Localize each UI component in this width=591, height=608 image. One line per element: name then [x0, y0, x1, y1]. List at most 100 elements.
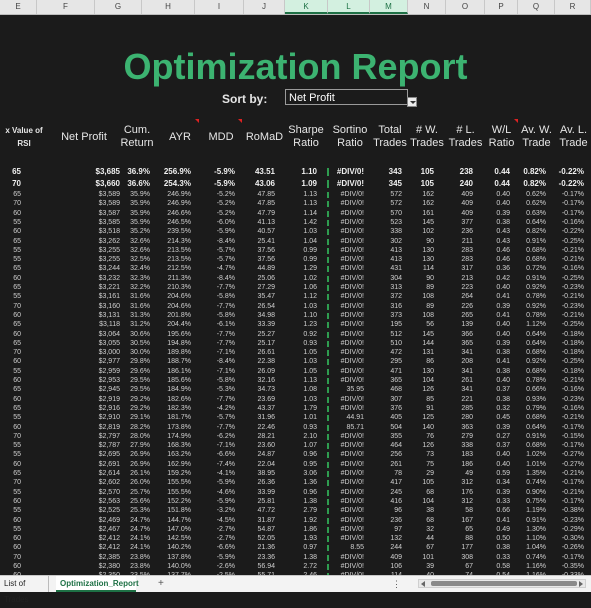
- cell-sharpe[interactable]: 1.04: [303, 238, 317, 246]
- cell-sharpe[interactable]: 0.99: [303, 256, 317, 264]
- cell-ayr[interactable]: 246.6%: [167, 210, 191, 218]
- cell-net-profit[interactable]: $2,959: [99, 368, 120, 376]
- column-k-header[interactable]: K: [285, 0, 328, 14]
- cell-net-profit[interactable]: $3,118: [99, 321, 120, 329]
- cell-sharpe[interactable]: 1.29: [303, 265, 317, 273]
- cell-wl-ratio[interactable]: 0.42: [496, 275, 510, 283]
- cell-sortino[interactable]: #DIV/0!: [341, 526, 364, 534]
- cell-losses[interactable]: 365: [461, 340, 473, 348]
- cell-wins[interactable]: 144: [422, 340, 434, 348]
- cell-losses[interactable]: 139: [461, 321, 473, 329]
- more-options-icon[interactable]: ⋮: [392, 576, 401, 592]
- cell-avg-loss[interactable]: -0.27%: [562, 461, 584, 469]
- cell-losses[interactable]: 67: [465, 563, 473, 571]
- cell-avg-win[interactable]: 0.93%: [526, 396, 546, 404]
- cell-mdd[interactable]: -4.2%: [217, 405, 235, 413]
- cell-wins[interactable]: 56: [426, 321, 434, 329]
- cell-net-profit[interactable]: $2,787: [99, 442, 120, 450]
- cell-romad[interactable]: 43.37: [257, 405, 275, 413]
- cell-wins[interactable]: 140: [422, 424, 434, 432]
- cell-sortino[interactable]: #DIV/0!: [341, 377, 364, 385]
- cell-losses[interactable]: 317: [461, 265, 473, 273]
- cell-romad[interactable]: 47.79: [257, 210, 275, 218]
- cell-mdd[interactable]: -5.9%: [214, 179, 235, 189]
- cell-mdd[interactable]: -6.0%: [217, 219, 235, 227]
- column-r-header[interactable]: R: [555, 0, 591, 14]
- cell-rsi[interactable]: 65: [13, 284, 21, 292]
- cell-losses[interactable]: 341: [461, 349, 473, 357]
- cell-net-profit[interactable]: $3,685: [96, 167, 120, 177]
- cell-romad[interactable]: 26.61: [257, 349, 275, 357]
- cell-wl-ratio[interactable]: 0.40: [496, 200, 510, 208]
- cell-wins[interactable]: 114: [423, 265, 434, 273]
- cell-romad[interactable]: 26.36: [257, 479, 275, 487]
- cell-avg-loss[interactable]: -0.17%: [562, 479, 584, 487]
- cell-avg-loss[interactable]: -0.21%: [562, 312, 584, 320]
- cell-cum-return[interactable]: 29.2%: [130, 405, 150, 413]
- cell-wins[interactable]: 125: [422, 414, 434, 422]
- cell-avg-win[interactable]: 0.68%: [526, 256, 546, 264]
- cell-rsi[interactable]: 65: [13, 191, 21, 199]
- tab-list-of-trades[interactable]: List of Trades: [0, 576, 49, 604]
- cell-sharpe[interactable]: 1.92: [303, 517, 317, 525]
- cell-losses[interactable]: 409: [461, 200, 473, 208]
- cell-mdd[interactable]: -7.7%: [217, 340, 235, 348]
- cell-ayr[interactable]: 239.5%: [167, 228, 191, 236]
- cell-ayr[interactable]: 212.5%: [167, 265, 191, 273]
- cell-avg-loss[interactable]: -0.25%: [562, 238, 584, 246]
- cell-avg-win[interactable]: 0.68%: [526, 414, 546, 422]
- cell-wins[interactable]: 89: [426, 284, 434, 292]
- cell-mdd[interactable]: -7.7%: [217, 284, 235, 292]
- cell-total-trades[interactable]: 405: [390, 414, 402, 422]
- cell-sortino[interactable]: #DIV/0!: [341, 554, 364, 562]
- cell-rsi[interactable]: 55: [13, 293, 21, 301]
- cell-losses[interactable]: 279: [461, 433, 473, 441]
- cell-mdd[interactable]: -2.7%: [217, 526, 235, 534]
- cell-total-trades[interactable]: 302: [390, 238, 402, 246]
- column-f-header[interactable]: F: [37, 0, 95, 14]
- cell-losses[interactable]: 283: [461, 247, 473, 255]
- cell-romad[interactable]: 22.04: [257, 461, 275, 469]
- cell-sortino[interactable]: #DIV/0!: [341, 489, 364, 497]
- cell-rsi[interactable]: 55: [13, 507, 21, 515]
- cell-wl-ratio[interactable]: 0.40: [496, 321, 510, 329]
- cell-sharpe[interactable]: 1.36: [303, 479, 317, 487]
- cell-total-trades[interactable]: 504: [390, 424, 402, 432]
- cell-avg-loss[interactable]: -0.17%: [562, 424, 584, 432]
- cell-sharpe[interactable]: 1.03: [303, 358, 317, 366]
- cell-romad[interactable]: 35.47: [257, 293, 275, 301]
- cell-romad[interactable]: 23.69: [257, 396, 275, 404]
- cell-romad[interactable]: 44.89: [257, 265, 275, 273]
- cell-net-profit[interactable]: $2,691: [99, 461, 120, 469]
- cell-cum-return[interactable]: 26.1%: [130, 470, 150, 478]
- cell-losses[interactable]: 236: [461, 228, 473, 236]
- cell-wl-ratio[interactable]: 0.40: [496, 377, 510, 385]
- cell-net-profit[interactable]: $2,919: [99, 396, 120, 404]
- cell-rsi[interactable]: 65: [12, 167, 21, 177]
- cell-sharpe[interactable]: 2.79: [303, 507, 317, 515]
- cell-romad[interactable]: 34.73: [257, 386, 275, 394]
- cell-sharpe[interactable]: 1.86: [303, 526, 317, 534]
- cell-avg-win[interactable]: 0.82%: [523, 167, 546, 177]
- cell-net-profit[interactable]: $2,570: [99, 489, 120, 497]
- column-i-header[interactable]: I: [195, 0, 244, 14]
- cell-mdd[interactable]: -4.5%: [217, 517, 235, 525]
- cell-ayr[interactable]: 254.3%: [164, 179, 191, 189]
- cell-rsi[interactable]: 70: [13, 200, 21, 208]
- cell-losses[interactable]: 312: [461, 498, 473, 506]
- cell-losses[interactable]: 223: [461, 284, 473, 292]
- cell-total-trades[interactable]: 468: [390, 386, 402, 394]
- cell-avg-loss[interactable]: -0.23%: [562, 396, 584, 404]
- cell-romad[interactable]: 25.17: [257, 340, 275, 348]
- cell-sortino[interactable]: #DIV/0!: [341, 535, 364, 543]
- cell-wins[interactable]: 102: [422, 228, 434, 236]
- cell-wl-ratio[interactable]: 0.58: [496, 563, 510, 571]
- cell-sortino[interactable]: #DIV/0!: [337, 167, 364, 177]
- cell-total-trades[interactable]: 373: [390, 312, 402, 320]
- cell-total-trades[interactable]: 409: [390, 554, 402, 562]
- cell-romad[interactable]: 47.85: [257, 200, 275, 208]
- cell-avg-loss[interactable]: -0.17%: [562, 191, 584, 199]
- cell-avg-loss[interactable]: -0.17%: [562, 200, 584, 208]
- cell-losses[interactable]: 280: [461, 414, 473, 422]
- chevron-down-icon[interactable]: [407, 97, 417, 107]
